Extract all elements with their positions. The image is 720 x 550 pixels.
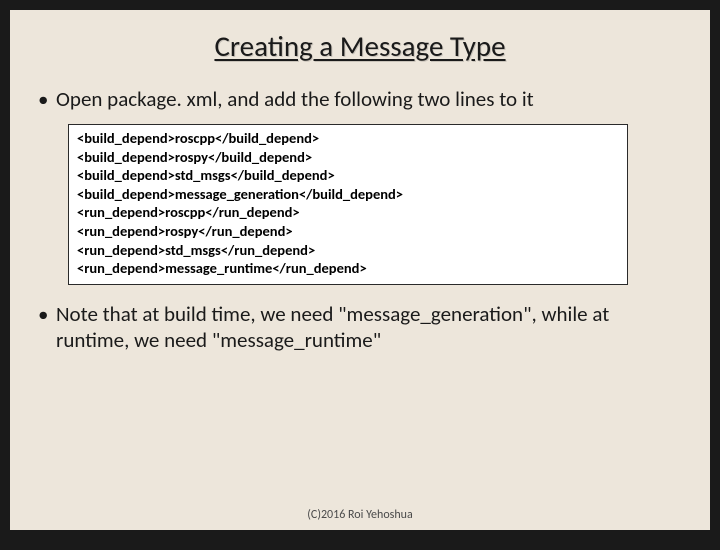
code-line: <run_depend>roscpp</run_depend> <box>77 203 619 222</box>
bullet-1: Open package. xml, and add the following… <box>36 86 684 112</box>
code-line: <build_depend>roscpp</build_depend> <box>77 129 619 148</box>
bullet-2: Note that at build time, we need "messag… <box>36 301 684 354</box>
code-line: <build_depend>rospy</build_depend> <box>77 148 619 167</box>
code-line: <build_depend>std_msgs</build_depend> <box>77 166 619 185</box>
slide-title: Creating a Message Type <box>36 28 684 64</box>
code-line: <run_depend>std_msgs</run_depend> <box>77 241 619 260</box>
code-line: <run_depend>rospy</run_depend> <box>77 222 619 241</box>
code-line: <run_depend>message_runtime</run_depend> <box>77 259 619 278</box>
code-line: <build_depend>message_generation</build_… <box>77 185 619 204</box>
code-box: <build_depend>roscpp</build_depend> <bui… <box>68 124 628 284</box>
slide: Creating a Message Type Open package. xm… <box>10 10 710 530</box>
footer-copyright: (C)2016 Roi Yehoshua <box>10 508 710 522</box>
